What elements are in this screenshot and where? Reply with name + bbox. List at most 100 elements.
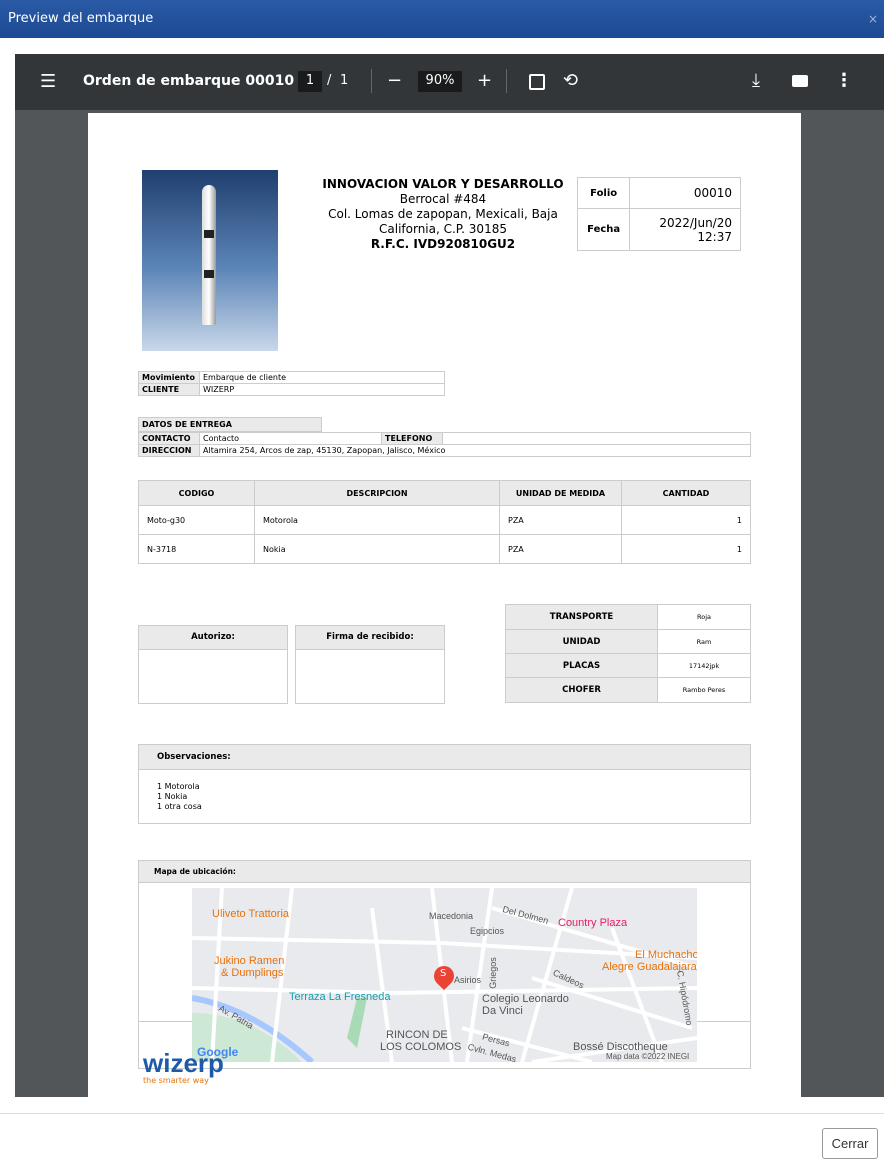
- cliente-value: WIZERP: [199, 383, 445, 396]
- cell-cantidad: 1: [621, 534, 751, 564]
- map-label: Griegos: [487, 957, 498, 989]
- print-icon[interactable]: [792, 75, 808, 87]
- company-address-3: California, C.P. 30185: [379, 222, 507, 236]
- telefono-value: [442, 432, 751, 445]
- cerrar-button[interactable]: Cerrar: [822, 1128, 878, 1159]
- cell-descripcion: Motorola: [254, 505, 500, 535]
- company-rfc: R.F.C. IVD920810GU2: [370, 237, 516, 251]
- close-icon[interactable]: ×: [868, 12, 878, 26]
- autorizo-box: Autorizo:: [138, 625, 288, 704]
- fecha-time: 12:37: [697, 229, 732, 244]
- table-row: N-3718 Nokia PZA 1: [138, 534, 751, 564]
- rotate-icon[interactable]: ⟲: [563, 72, 578, 90]
- transporte-label: TRANSPORTE: [505, 604, 658, 630]
- chofer-value: Rambo Peres: [657, 677, 751, 703]
- logo-name: wizerp: [143, 1048, 224, 1078]
- dialog-footer: [0, 1113, 884, 1173]
- movimiento-value: Embarque de cliente: [199, 371, 445, 384]
- document-title: Orden de embarque 00010: [83, 73, 295, 89]
- zoom-in-icon[interactable]: +: [477, 72, 492, 90]
- map-label: Macedonia: [429, 911, 474, 921]
- observacion-line: 1 otra cosa: [157, 802, 202, 811]
- col-unidad: UNIDAD DE MEDIDA: [499, 480, 622, 506]
- page-input[interactable]: 1: [298, 71, 322, 92]
- dialog-titlebar: Preview del embarque ×: [0, 0, 884, 38]
- firma-recibido-label: Firma de recibido:: [296, 626, 444, 650]
- company-logo-image: [142, 170, 278, 351]
- map-label: Asirios: [454, 975, 482, 985]
- cell-descripcion: Nokia: [254, 534, 500, 564]
- transporte-table: TRANSPORTE Roja UNIDAD Ram PLACAS 17142jpk …: [505, 604, 751, 703]
- unidad-value: Ram: [657, 629, 751, 654]
- map-label: Jukino Ramen: [214, 955, 285, 967]
- col-cantidad: CANTIDAD: [621, 480, 751, 506]
- placas-value: 17142jpk: [657, 653, 751, 678]
- divider: [506, 69, 507, 93]
- cell-unidad: PZA: [499, 534, 622, 564]
- firma-recibido-box: Firma de recibido:: [295, 625, 445, 704]
- movimiento-label: Movimiento: [138, 371, 200, 384]
- cell-codigo: N-3718: [138, 534, 255, 564]
- location-map[interactable]: Uliveto Trattoria Macedonia Del Dolmen C…: [192, 888, 697, 1062]
- download-icon[interactable]: ⤓: [752, 72, 760, 90]
- autorizo-label: Autorizo:: [139, 626, 287, 650]
- wizerp-logo: wizerp the smarter way: [143, 1050, 224, 1085]
- company-address-1: Berrocal #484: [399, 192, 487, 206]
- folio-table: Folio 00010 Fecha 2022/Jun/20 12:37: [576, 177, 741, 251]
- movimiento-table: Movimiento Embarque de cliente CLIENTE WIZ…: [138, 371, 445, 396]
- cliente-label: CLIENTE: [138, 383, 200, 396]
- folio-label: Folio: [576, 177, 631, 209]
- map-label: Uliveto Trattoria: [212, 908, 290, 920]
- dialog-title: Preview del embarque: [8, 11, 154, 26]
- observaciones-box: Observaciones: 1 Motorola 1 Nokia 1 otra…: [138, 744, 751, 824]
- more-options-icon[interactable]: ⋮: [835, 72, 853, 90]
- col-descripcion: DESCRIPCION: [254, 480, 500, 506]
- company-name: INNOVACION VALOR Y DESARROLLO: [322, 177, 564, 191]
- page-separator: /: [327, 73, 332, 88]
- direccion-label: DIRECCION: [138, 444, 200, 457]
- telefono-label: TELEFONO: [381, 432, 443, 445]
- observacion-line: 1 Motorola: [157, 782, 200, 791]
- cell-cantidad: 1: [621, 505, 751, 535]
- company-header: INNOVACION VALOR Y DESARROLLO Berrocal #…: [318, 177, 568, 252]
- pdf-toolbar: ☰ Orden de embarque 00010 1 / 1 − 90% + …: [15, 54, 884, 110]
- fecha-date: 2022/Jun/20: [659, 215, 732, 230]
- pdf-viewer: ☰ Orden de embarque 00010 1 / 1 − 90% + …: [15, 54, 884, 1097]
- map-label: El Muchacho: [635, 949, 697, 961]
- fecha-label: Fecha: [576, 208, 631, 251]
- divider: [371, 69, 372, 93]
- observaciones-label: Observaciones:: [139, 745, 750, 770]
- cell-unidad: PZA: [499, 505, 622, 535]
- map-label: Country Plaza: [558, 917, 628, 929]
- table-row: Moto-g30 Motorola PZA 1: [138, 505, 751, 535]
- folio-value: 00010: [629, 177, 741, 209]
- unidad-label: UNIDAD: [505, 629, 658, 654]
- transporte-value: Roja: [657, 604, 751, 630]
- direccion-value: Altamira 254, Arcos de zap, 45130, Zapop…: [199, 444, 751, 457]
- map-label: & Dumplings: [221, 967, 284, 979]
- map-label: LOS COLOMOS: [380, 1041, 462, 1053]
- map-label: Da Vinci: [482, 1005, 523, 1017]
- placas-label: PLACAS: [505, 653, 658, 678]
- map-attribution: Map data ©2022 INEGI: [606, 1052, 690, 1061]
- contacto-value: Contacto: [199, 432, 382, 445]
- col-codigo: CODIGO: [138, 480, 255, 506]
- chofer-label: CHOFER: [505, 677, 658, 703]
- map-pin-label: S: [440, 968, 447, 979]
- observacion-line: 1 Nokia: [157, 792, 188, 801]
- page-total: 1: [340, 73, 349, 88]
- items-table: CODIGO DESCRIPCION UNIDAD DE MEDIDA CANT…: [138, 480, 751, 564]
- zoom-input[interactable]: 90%: [418, 71, 462, 92]
- pdf-page: INNOVACION VALOR Y DESARROLLO Berrocal #…: [88, 113, 801, 1097]
- contacto-label: CONTACTO: [138, 432, 200, 445]
- company-address-2: Col. Lomas de zapopan, Mexicali, Baja: [328, 207, 558, 221]
- map-label: RINCON DE: [386, 1029, 448, 1041]
- fit-page-icon[interactable]: [529, 74, 545, 90]
- map-label: Terraza La Fresneda: [289, 991, 391, 1003]
- map-label: Colegio Leonardo: [482, 993, 569, 1005]
- mapa-label: Mapa de ubicación:: [139, 861, 750, 883]
- cell-codigo: Moto-g30: [138, 505, 255, 535]
- map-label: Egipcios: [470, 926, 505, 936]
- menu-icon[interactable]: ☰: [40, 73, 56, 91]
- zoom-out-icon[interactable]: −: [387, 72, 402, 90]
